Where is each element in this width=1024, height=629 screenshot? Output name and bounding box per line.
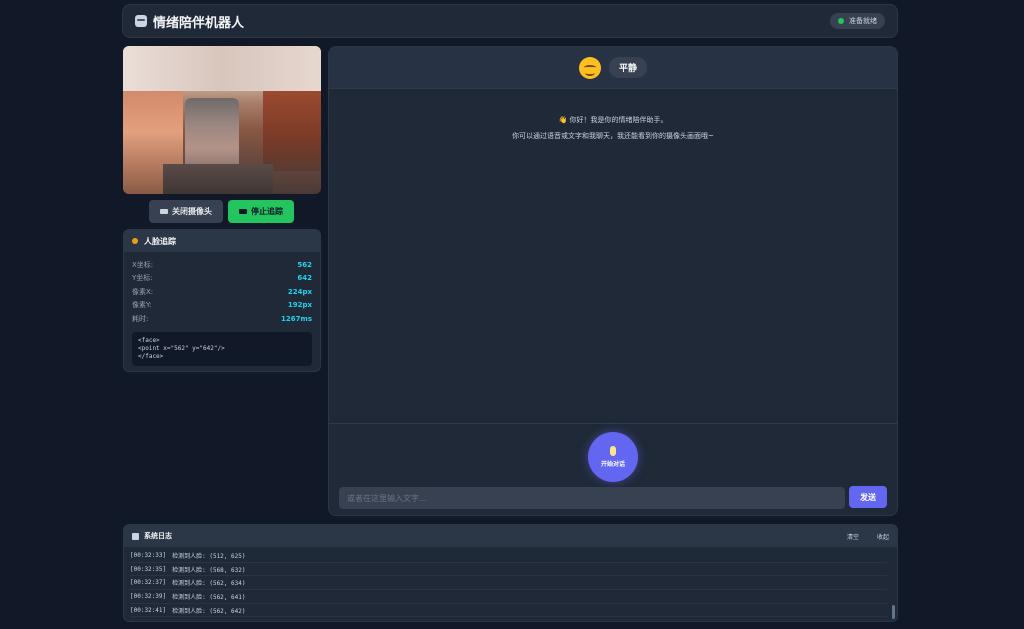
pixelated-face [263, 91, 321, 171]
app-title: 情绪陪伴机器人 [135, 12, 244, 31]
start-voice-label: 开始对话 [600, 461, 625, 468]
stat-value: 224px [287, 287, 312, 296]
log-time: [00:32:41] [130, 606, 167, 614]
mood-bar: 平静 [329, 47, 897, 89]
log-text: 检测到人脸: (562, 642) [172, 607, 246, 615]
system-log-panel: 系统日志 清空 收起 [00:32:33] 检测到人脸: (512, 625) … [123, 524, 898, 622]
tracking-indicator-icon [132, 238, 138, 244]
status-text: 准备就绪 [849, 17, 877, 25]
chat-footer: 开始对话 发送 [329, 423, 897, 515]
stat-value: 192px [287, 301, 312, 310]
relieved-face-icon [578, 56, 601, 79]
stat-row: X坐标: 562 [124, 258, 320, 272]
app: 情绪陪伴机器人 准备就绪 关闭摄像头 停止追踪 人脸追踪 X坐标: 562 Y坐… [122, 4, 898, 624]
stop-icon [239, 209, 247, 214]
stop-tracking-button[interactable]: 停止追踪 [228, 200, 294, 223]
chat-panel: 平静 👋 你好！我是你的情绪陪伴助手。 你可以通过语音或文字和我聊天，我还能看到… [328, 46, 898, 516]
send-button[interactable]: 发送 [849, 486, 887, 508]
chat-messages: 👋 你好！我是你的情绪陪伴助手。 你可以通过语音或文字和我聊天，我还能看到你的摄… [329, 89, 897, 423]
log-list: [00:32:33] 检测到人脸: (512, 625) [00:32:35] … [124, 547, 897, 618]
log-title: 系统日志 [132, 531, 172, 541]
stat-label: 像素X: [132, 287, 154, 296]
robot-icon [135, 15, 147, 27]
camera-icon [160, 209, 168, 214]
log-item: [00:32:37] 检测到人脸: (562, 634) [130, 576, 887, 591]
log-actions: 清空 收起 [847, 532, 889, 541]
log-time: [00:32:33] [130, 551, 167, 559]
pixelated-face [123, 46, 321, 91]
code-line: <point x="562" y="642"/> [138, 344, 225, 352]
pixelated-face [185, 98, 239, 170]
chat-text-input[interactable] [339, 487, 845, 509]
camera-preview [123, 46, 321, 194]
stat-row: 像素X: 224px [124, 285, 320, 299]
log-title-text: 系统日志 [144, 532, 172, 540]
code-line: <face> [138, 336, 160, 344]
stat-value: 1267ms [281, 314, 312, 323]
log-header: 系统日志 清空 收起 [124, 525, 897, 547]
log-item: [00:32:39] 检测到人脸: (562, 641) [130, 590, 887, 604]
stat-value: 642 [297, 274, 312, 283]
collapse-log-button[interactable]: 收起 [877, 532, 889, 541]
log-time: [00:32:39] [130, 592, 167, 600]
code-line: </face> [138, 352, 164, 360]
status-badge: 准备就绪 [830, 13, 885, 29]
close-camera-label: 关闭摄像头 [172, 207, 212, 216]
log-text: 检测到人脸: (562, 634) [172, 580, 246, 588]
log-item: [00:32:41] 检测到人脸: (562, 642) [130, 604, 887, 618]
start-voice-button[interactable]: 开始对话 [588, 432, 638, 482]
face-tracking-header: 人脸追踪 [124, 230, 320, 252]
face-tracking-panel: 人脸追踪 X坐标: 562 Y坐标: 642 像素X: 224px 像素Y: 1… [123, 229, 321, 372]
stop-tracking-label: 停止追踪 [251, 207, 283, 216]
app-title-text: 情绪陪伴机器人 [153, 15, 245, 31]
close-camera-button[interactable]: 关闭摄像头 [149, 200, 223, 223]
greeting-message: 👋 你好！我是你的情绪陪伴助手。 [558, 116, 668, 124]
log-text: 检测到人脸: (568, 632) [172, 566, 246, 574]
stat-value: 562 [297, 260, 312, 269]
face-xml-output: <face> <point x="562" y="642"/> </face> [132, 331, 312, 366]
log-text: 检测到人脸: (512, 625) [172, 552, 246, 560]
greeting-message: 你可以通过语音或文字和我聊天，我还能看到你的摄像头画面哦~ [512, 132, 714, 140]
log-time: [00:32:35] [130, 565, 167, 573]
mood-badge: 平静 [608, 57, 647, 78]
stat-row: 耗时: 1267ms [124, 312, 320, 326]
log-text: 检测到人脸: (562, 641) [172, 593, 246, 601]
log-item: [00:32:35] 检测到人脸: (568, 632) [130, 563, 887, 577]
tracking-stats: X坐标: 562 Y坐标: 642 像素X: 224px 像素Y: 192px … [124, 252, 320, 326]
log-item: [00:32:33] 检测到人脸: (512, 625) [130, 549, 887, 563]
camera-controls: 关闭摄像头 停止追踪 [149, 200, 294, 223]
stat-row: Y坐标: 642 [124, 272, 320, 286]
log-icon [132, 532, 139, 540]
stat-label: X坐标: [132, 260, 154, 269]
log-time: [00:32:37] [130, 579, 167, 587]
stat-row: 像素Y: 192px [124, 299, 320, 313]
face-tracking-title: 人脸追踪 [144, 236, 176, 246]
log-scrollbar[interactable] [892, 605, 895, 619]
stat-label: 耗时: [132, 314, 149, 323]
stat-label: 像素Y: [132, 301, 152, 310]
stat-label: Y坐标: [132, 274, 153, 283]
pixelated-face [163, 164, 273, 194]
status-dot-icon [838, 18, 844, 24]
header: 情绪陪伴机器人 准备就绪 [122, 4, 898, 38]
clear-log-button[interactable]: 清空 [847, 532, 859, 541]
microphone-icon [610, 446, 616, 456]
